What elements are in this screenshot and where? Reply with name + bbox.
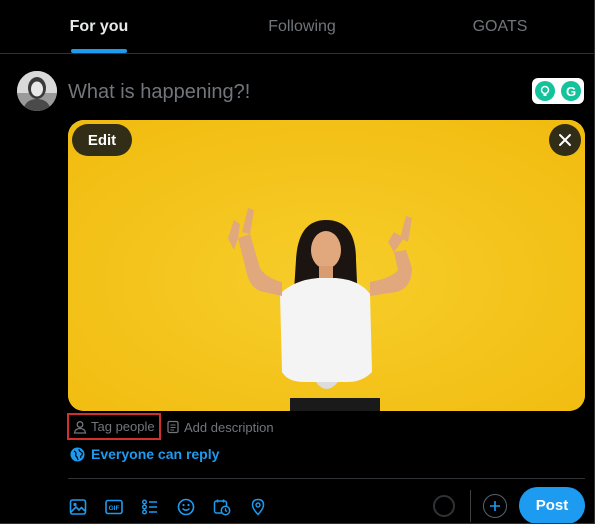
add-description-label: Add description: [184, 419, 274, 435]
grammarly-widget[interactable]: G: [532, 78, 584, 104]
gif-icon: GIF: [105, 499, 123, 515]
post-button[interactable]: Post: [519, 487, 585, 523]
emoji-button[interactable]: [172, 493, 200, 521]
grammarly-letter: G: [565, 83, 577, 99]
person-icon: [73, 420, 87, 434]
tab-label: Following: [268, 17, 336, 35]
add-post-button[interactable]: [483, 494, 507, 518]
avatar[interactable]: [17, 71, 57, 111]
attached-image: Edit: [68, 120, 585, 411]
location-icon: [251, 498, 265, 516]
svg-text:GIF: GIF: [109, 505, 120, 512]
description-icon: [167, 420, 179, 434]
post-button-label: Post: [535, 497, 569, 514]
tab-label: For you: [69, 17, 129, 35]
tag-people-button[interactable]: Tag people: [67, 413, 161, 440]
reply-setting-button[interactable]: Everyone can reply: [70, 443, 219, 465]
tag-people-label: Tag people: [91, 419, 155, 434]
poll-button[interactable]: [136, 493, 164, 521]
reply-setting-label: Everyone can reply: [91, 446, 220, 462]
character-counter: [433, 495, 455, 517]
tab-goats[interactable]: GOATS: [406, 0, 594, 53]
lightbulb-icon[interactable]: [535, 81, 555, 101]
poll-icon: [142, 499, 157, 515]
grammarly-logo-icon[interactable]: G: [561, 81, 581, 101]
divider: [68, 478, 585, 479]
toolbar-divider: [470, 490, 471, 522]
active-tab-indicator: [71, 49, 127, 53]
timeline-tabs: For you Following GOATS: [0, 0, 594, 54]
schedule-button[interactable]: [208, 493, 236, 521]
image-icon: [69, 499, 87, 515]
home-composer-panel: For you Following GOATS G: [0, 0, 595, 524]
emoji-icon: [177, 498, 195, 516]
gif-button[interactable]: GIF: [100, 493, 128, 521]
compose-input[interactable]: [68, 78, 498, 106]
edit-media-button[interactable]: Edit: [72, 124, 132, 156]
location-button[interactable]: [244, 493, 272, 521]
plus-icon: [490, 501, 500, 511]
tab-for-you[interactable]: For you: [0, 0, 198, 53]
image-upload-button[interactable]: [64, 493, 92, 521]
tab-following[interactable]: Following: [198, 0, 406, 53]
close-icon: [559, 134, 571, 146]
remove-media-button[interactable]: [549, 124, 581, 156]
tab-label: GOATS: [472, 17, 528, 35]
photo-woman-pointing-up: [68, 120, 585, 411]
edit-media-label: Edit: [87, 131, 117, 149]
globe-icon: [70, 447, 85, 461]
add-description-button[interactable]: Add description: [166, 417, 274, 437]
schedule-icon: [213, 499, 231, 516]
